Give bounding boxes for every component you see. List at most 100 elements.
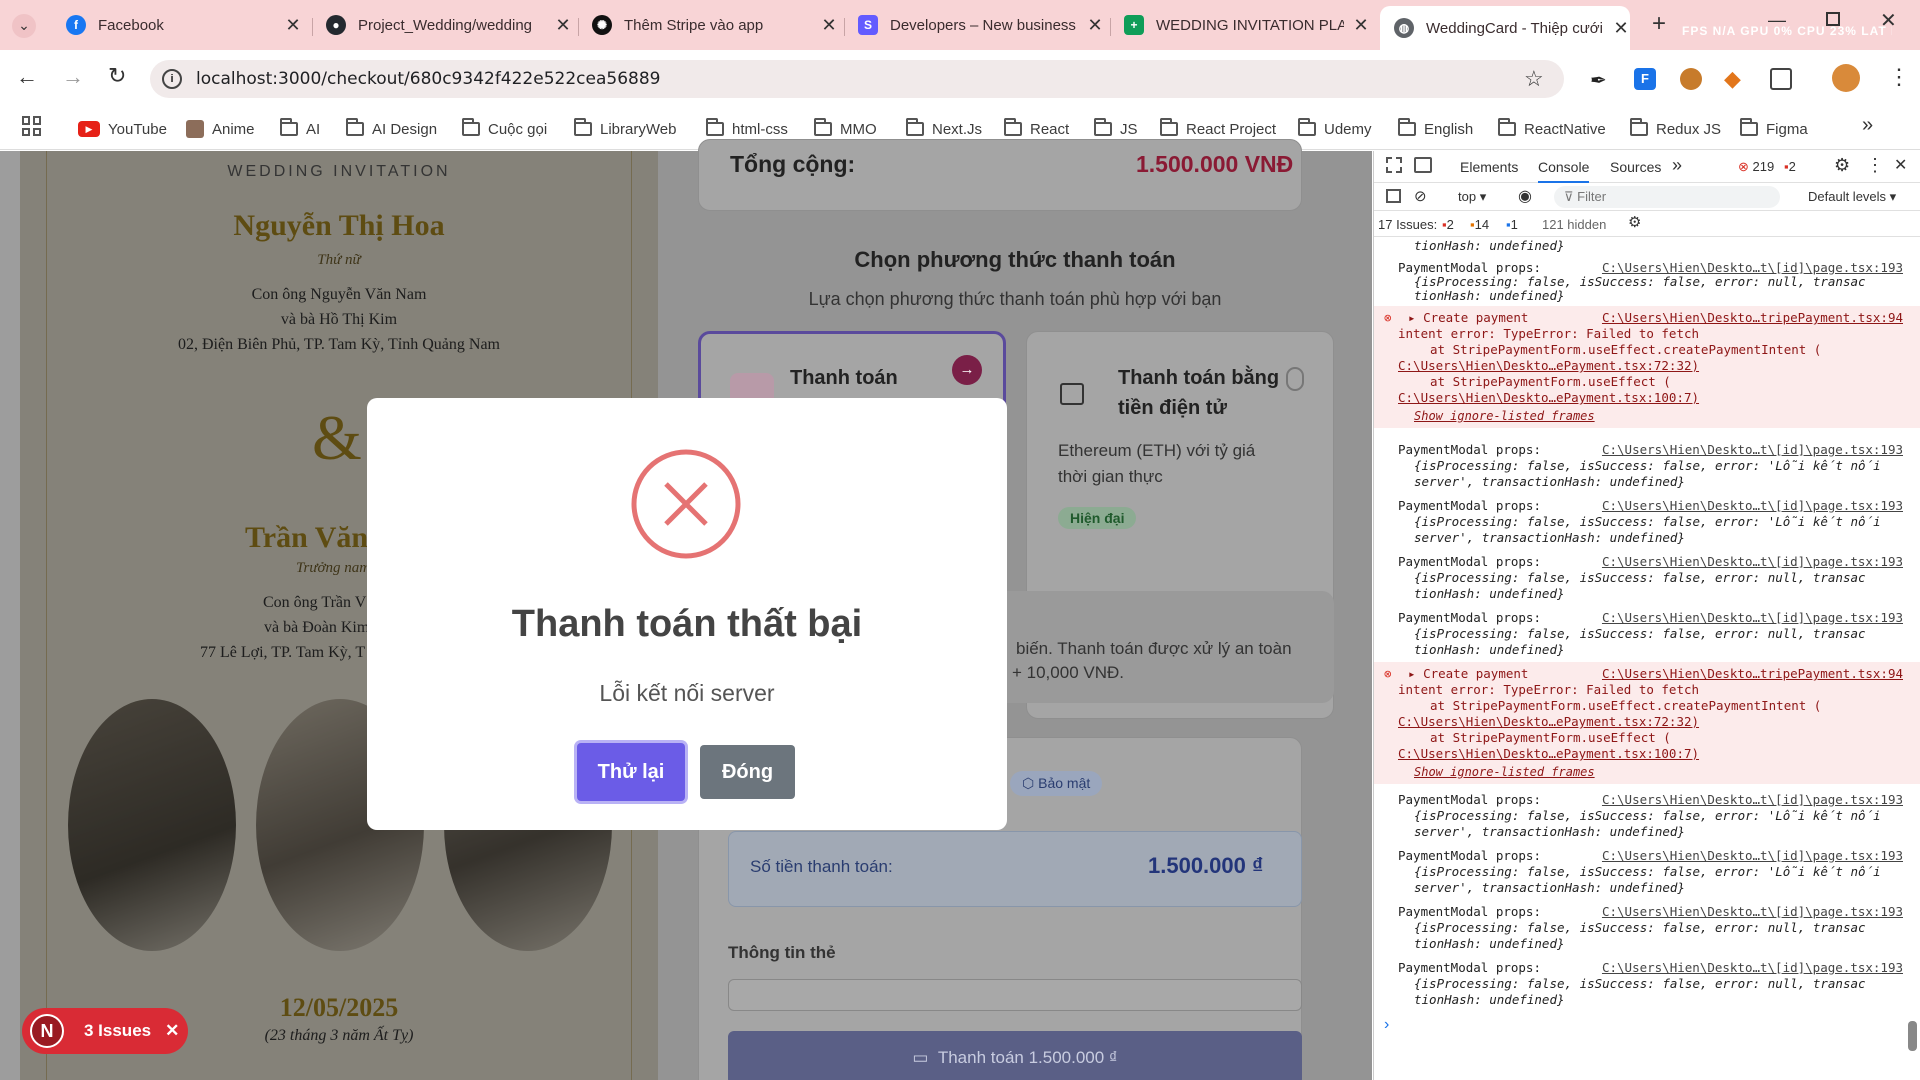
source-link[interactable]: C:\Users\Hien\Deskto…tripePayment.tsx:94 [1602, 310, 1903, 326]
source-link[interactable]: C:\Users\Hien\Deskto…t\[id]\page.tsx:193 [1602, 904, 1903, 920]
close-tab-icon[interactable]: ✕ [1086, 15, 1104, 36]
bookmark-folder-cuoc-goi[interactable]: Cuộc gọi [462, 116, 547, 142]
issues-settings-icon[interactable]: ⚙ [1628, 213, 1641, 231]
minimize-button[interactable]: — [1768, 10, 1786, 31]
modal-title: Thanh toán thất bại [511, 603, 863, 645]
close-button[interactable]: Đóng [700, 745, 795, 799]
inspect-icon[interactable] [1386, 157, 1402, 173]
sheets-icon: + [1124, 15, 1144, 35]
source-link[interactable]: C:\Users\Hien\Deskto…tripePayment.tsx:94 [1602, 666, 1903, 682]
tab-chatgpt[interactable]: ✺ Thêm Stripe vào app ✕ [578, 8, 838, 42]
metamask-icon[interactable]: ◆ [1724, 66, 1741, 92]
bookmark-star-icon[interactable]: ☆ [1524, 66, 1544, 92]
close-window-button[interactable]: ✕ [1880, 8, 1897, 33]
settings-gear-icon[interactable]: ⚙ [1834, 155, 1850, 176]
pay-button[interactable]: ▭ Thanh toán 1.500.000 ₫ [728, 1031, 1302, 1080]
device-toolbar-icon[interactable] [1414, 157, 1432, 173]
folder-icon [574, 118, 592, 136]
extension-f-icon[interactable]: F [1634, 68, 1656, 90]
profile-avatar[interactable] [1832, 64, 1860, 92]
hidden-count: 121 hidden [1542, 217, 1607, 232]
tab-console[interactable]: Console [1538, 159, 1590, 183]
issues-red: ▪2 [1442, 217, 1454, 232]
warn-count-badge[interactable]: ▪2 [1784, 159, 1796, 174]
tab-title: WEDDING INVITATION PLA [1156, 16, 1344, 34]
source-link[interactable]: C:\Users\Hien\Deskto…t\[id]\page.tsx:193 [1602, 554, 1903, 570]
devtools-menu-icon[interactable]: ⋮ [1866, 155, 1884, 176]
more-bookmarks-icon[interactable]: » [1862, 114, 1873, 137]
extension-pen-icon[interactable]: ✒ [1590, 68, 1607, 93]
source-link[interactable]: C:\Users\Hien\Deskto…t\[id]\page.tsx:193 [1602, 442, 1903, 458]
menu-dots-icon[interactable]: ⋮ [1888, 64, 1910, 90]
close-issues-icon[interactable]: ✕ [165, 1021, 179, 1041]
bookmark-folder-libraryweb[interactable]: LibraryWeb [574, 116, 676, 142]
clear-console-icon[interactable]: ⊘ [1414, 187, 1427, 205]
reload-icon[interactable]: ↻ [108, 63, 126, 89]
apps-grid-icon[interactable] [22, 116, 42, 136]
source-link[interactable]: C:\Users\Hien\Deskto…t\[id]\page.tsx:193 [1602, 960, 1903, 976]
tab-sources[interactable]: Sources [1610, 159, 1661, 175]
bookmark-folder-ai[interactable]: AI [280, 116, 320, 142]
bookmark-youtube[interactable]: ▶ YouTube [78, 116, 167, 142]
bookmark-folder-figma[interactable]: Figma [1740, 116, 1808, 142]
bookmark-folder-english[interactable]: English [1398, 116, 1473, 142]
bookmark-folder-reactnative[interactable]: ReactNative [1498, 116, 1606, 142]
devtools-close-icon[interactable]: ✕ [1894, 155, 1907, 175]
new-tab-button[interactable]: + [1652, 10, 1666, 38]
error-icon: ⊗ [1384, 666, 1392, 681]
tab-title: Thêm Stripe vào app [624, 16, 764, 34]
folder-icon [1630, 118, 1648, 136]
folder-icon [346, 118, 364, 136]
log-entry: PaymentModal props: C:\Users\Hien\Deskto… [1398, 848, 1903, 895]
tab-search-icon[interactable]: ⌄ [12, 14, 36, 38]
tab-elements[interactable]: Elements [1460, 159, 1518, 175]
tab-stripe[interactable]: S Developers – New business ✕ [844, 8, 1104, 42]
close-tab-icon[interactable]: ✕ [554, 15, 572, 36]
issues-bar[interactable]: 17 Issues: ▪2 ▪14 ▪1 121 hidden ⚙ [1374, 211, 1920, 237]
close-tab-icon[interactable]: ✕ [820, 15, 838, 36]
bookmark-anime[interactable]: Anime [186, 116, 255, 142]
log-levels-select[interactable]: Default levels ▾ [1808, 189, 1896, 205]
source-link[interactable]: C:\Users\Hien\Deskto…t\[id]\page.tsx:193 [1602, 498, 1903, 514]
forward-icon[interactable]: → [62, 64, 84, 90]
filter-input[interactable]: ⊽ Filter [1554, 186, 1780, 208]
bookmark-folder-udemy[interactable]: Udemy [1298, 116, 1372, 142]
source-link[interactable]: C:\Users\Hien\Deskto…t\[id]\page.tsx:193 [1602, 610, 1903, 626]
payment-failed-modal: Thanh toán thất bại Lỗi kết nối server T… [367, 398, 1007, 830]
log-entry: PaymentModal props: C:\Users\Hien\Deskto… [1398, 498, 1903, 545]
extensions-puzzle-icon[interactable] [1770, 68, 1792, 90]
retry-button[interactable]: Thử lại [577, 743, 685, 801]
extension-cookie-icon[interactable] [1680, 68, 1702, 90]
tab-weddingcard[interactable]: ◍ WeddingCard - Thiệp cưới ✕ [1380, 6, 1630, 50]
wallet-icon [1060, 383, 1084, 405]
selected-check-icon: → [952, 355, 982, 385]
log-entry: PaymentModal props: C:\Users\Hien\Deskto… [1398, 260, 1903, 303]
crypto-radio[interactable] [1286, 367, 1304, 391]
back-icon[interactable]: ← [16, 64, 38, 90]
error-count-badge[interactable]: ⊗ 219 [1738, 159, 1774, 175]
tab-github[interactable]: ● Project_Wedding/wedding ✕ [312, 8, 572, 42]
close-tab-icon[interactable]: ✕ [1612, 18, 1630, 39]
tab-facebook[interactable]: f Facebook ✕ [52, 8, 302, 42]
crypto-method-title-2: tiền điện tử [1118, 397, 1227, 419]
maximize-button[interactable] [1826, 12, 1840, 26]
tab-sheets[interactable]: + WEDDING INVITATION PLA ✕ [1110, 8, 1370, 42]
source-link[interactable]: C:\Users\Hien\Deskto…t\[id]\page.tsx:193 [1602, 792, 1903, 808]
card-input[interactable] [728, 979, 1302, 1011]
bookmark-folder-reduxjs[interactable]: Redux JS [1630, 116, 1721, 142]
live-expression-eye-icon[interactable]: ◉ [1518, 186, 1532, 206]
nextjs-issues-pill[interactable]: N 3 Issues ✕ [22, 1008, 188, 1054]
close-tab-icon[interactable]: ✕ [1352, 15, 1370, 36]
close-tab-icon[interactable]: ✕ [284, 15, 302, 36]
sidebar-toggle-icon[interactable] [1386, 189, 1401, 203]
source-link[interactable]: C:\Users\Hien\Deskto…t\[id]\page.tsx:193 [1602, 848, 1903, 864]
info-line-1: biến. Thanh toán được xử lý an toàn [1016, 639, 1292, 658]
bookmark-folder-ai-design[interactable]: AI Design [346, 116, 437, 142]
url-text[interactable]: localhost:3000/checkout/680c9342f422e522… [196, 69, 660, 89]
context-select[interactable]: top ▾ [1458, 189, 1486, 205]
console-scrollbar[interactable] [1908, 1021, 1917, 1051]
site-info-icon[interactable]: i [162, 69, 182, 89]
devtools-panel: Elements Console Sources » ⊗ 219 ▪2 ⚙ ⋮ … [1373, 151, 1920, 1080]
console-prompt[interactable]: › [1384, 1016, 1389, 1034]
more-tabs-icon[interactable]: » [1672, 155, 1682, 176]
